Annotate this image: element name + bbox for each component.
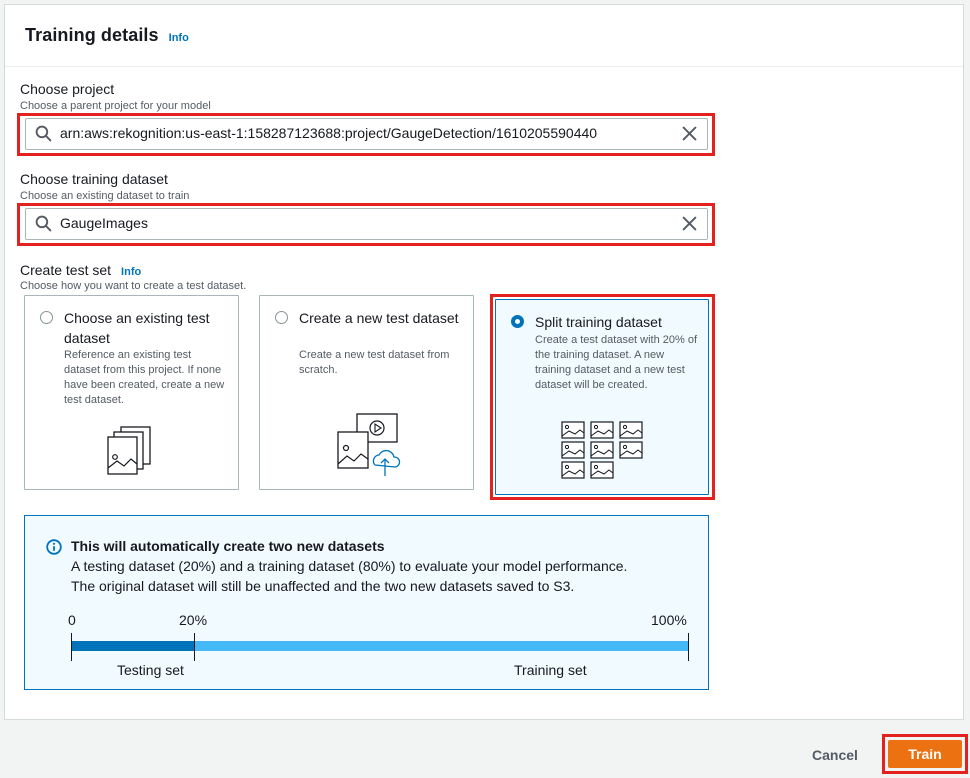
training-set-label: Training set [514, 662, 587, 678]
test-set-label: Create test set Info [20, 262, 141, 278]
tile-split-training-dataset[interactable]: Split training dataset Create a test dat… [495, 299, 709, 495]
train-button[interactable]: Train [888, 740, 962, 768]
tile-description: Create a test dataset with 20% of the tr… [535, 334, 698, 391]
clear-icon[interactable] [682, 216, 697, 231]
panel-title: Training details [25, 25, 159, 45]
alert-title: This will automatically create two new d… [71, 538, 385, 554]
tile-description: Reference an existing test dataset from … [64, 349, 225, 406]
testing-set-label: Testing set [117, 662, 184, 678]
alert-text-line-1: A testing dataset (20%) and a training d… [71, 558, 628, 574]
cancel-button[interactable]: Cancel [812, 747, 858, 763]
project-description: Choose a parent project for your model [20, 100, 211, 112]
info-alert: This will automatically create two new d… [24, 515, 709, 690]
test-set-label-text: Create test set [20, 262, 112, 278]
upload-images-icon [337, 413, 401, 476]
alert-text-line-2: The original dataset will still be unaff… [71, 578, 575, 594]
radio-create-new[interactable] [275, 311, 288, 324]
split-end-label: 100% [651, 612, 687, 628]
tile-create-new-test-dataset[interactable]: Create a new test dataset Create a new t… [259, 295, 474, 490]
dataset-search-input[interactable]: GaugeImages [25, 208, 708, 240]
image-grid-icon [561, 421, 643, 479]
test-set-description: Choose how you want to create a test dat… [20, 280, 247, 292]
split-start-label: 0 [68, 612, 76, 628]
info-circle-icon [46, 539, 62, 555]
info-link[interactable]: Info [169, 32, 189, 44]
search-icon [35, 215, 52, 232]
clear-icon[interactable] [682, 126, 697, 141]
tile-title: Choose an existing test dataset [64, 310, 210, 346]
dataset-label: Choose training dataset [20, 171, 168, 187]
radio-split-training[interactable] [511, 315, 524, 328]
tile-title: Split training dataset [535, 314, 662, 330]
split-tick-start [71, 633, 72, 661]
project-label: Choose project [20, 81, 115, 97]
split-percent-label: 20% [179, 612, 208, 628]
search-icon [35, 125, 52, 142]
dataset-description: Choose an existing dataset to train [20, 190, 190, 202]
training-set-bar [194, 641, 688, 651]
tile-title: Create a new test dataset [299, 310, 459, 326]
testing-set-bar [71, 641, 194, 651]
tile-choose-existing-test-dataset[interactable]: Choose an existing test dataset Referenc… [24, 295, 239, 490]
project-input-value: arn:aws:rekognition:us-east-1:1582871236… [60, 125, 598, 141]
tile-description: Create a new test dataset from scratch. [299, 349, 450, 376]
info-link[interactable]: Info [121, 266, 141, 278]
stacked-images-icon [107, 426, 151, 475]
dataset-input-value: GaugeImages [60, 215, 148, 231]
split-tick-end [688, 633, 689, 661]
project-search-input[interactable]: arn:aws:rekognition:us-east-1:1582871236… [25, 118, 708, 150]
highlight-frame: Train [882, 734, 968, 774]
radio-choose-existing[interactable] [40, 311, 53, 324]
split-tick-middle [194, 633, 195, 661]
panel-header: Training details Info [5, 5, 963, 67]
